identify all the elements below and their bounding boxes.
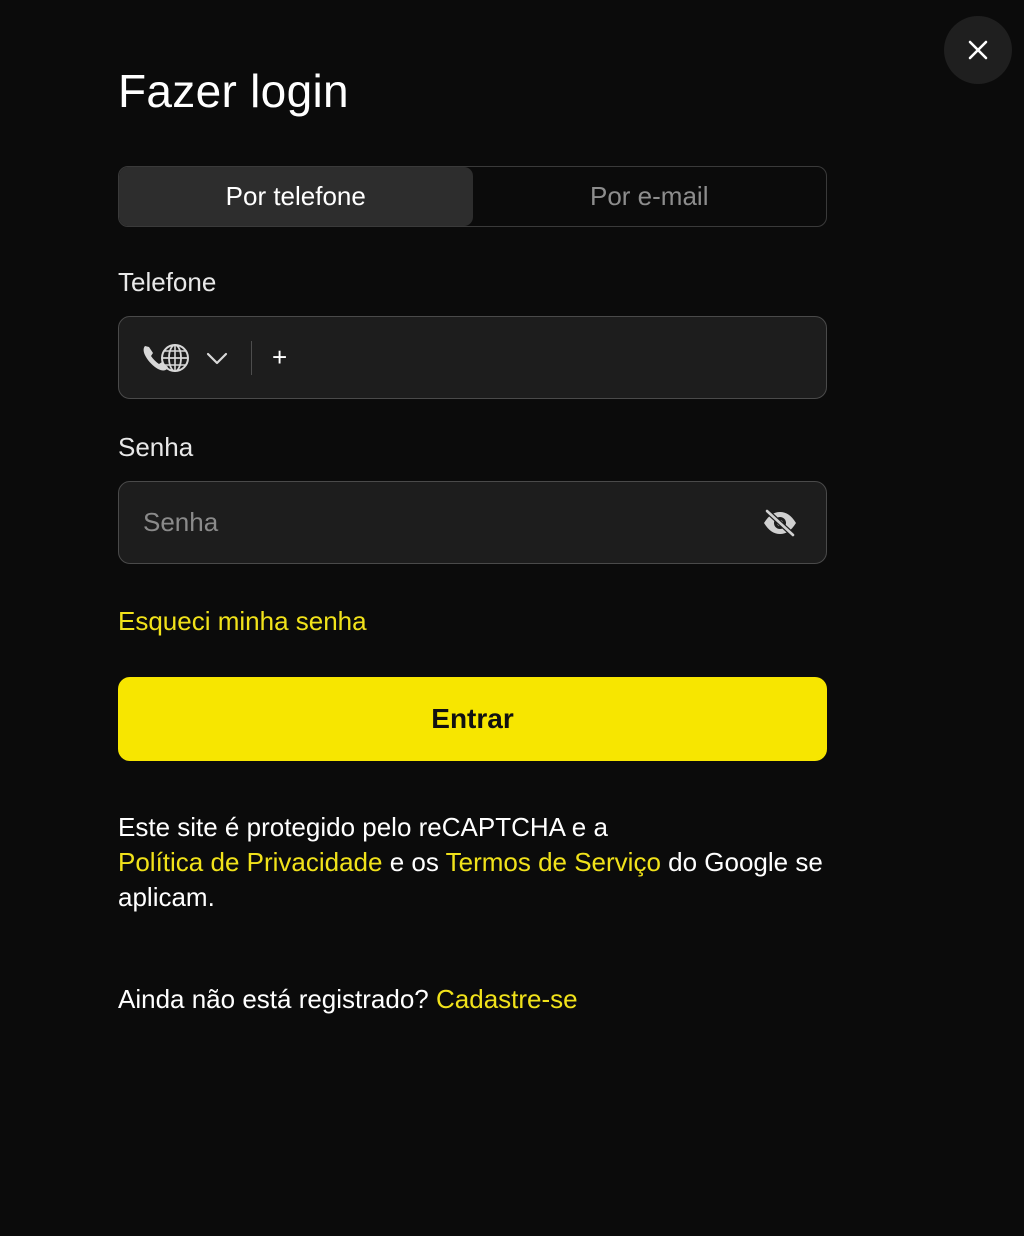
password-visibility-toggle[interactable] [758, 501, 802, 545]
password-input[interactable] [119, 482, 758, 563]
phone-label: Telefone [118, 267, 217, 297]
password-label: Senha [118, 432, 194, 462]
register-prompt: Ainda não está registrado? Cadastre-se [118, 984, 578, 1015]
chevron-down-icon [206, 352, 228, 364]
country-code-select[interactable] [119, 317, 229, 398]
tab-phone[interactable]: Por telefone [119, 167, 473, 226]
phone-field [118, 316, 827, 399]
recaptcha-text-middle: e os [382, 847, 446, 877]
forgot-password-link[interactable]: Esqueci minha senha [118, 606, 367, 637]
register-prompt-text: Ainda não está registrado? [118, 984, 436, 1014]
login-modal: Fazer login Por telefone Por e-mail Tele… [0, 0, 1024, 1236]
close-button[interactable] [944, 16, 1012, 84]
globe-phone-icon [143, 343, 189, 372]
close-icon [968, 40, 988, 60]
login-method-tabs: Por telefone Por e-mail [118, 166, 827, 227]
privacy-policy-link[interactable]: Política de Privacidade [118, 847, 382, 877]
phone-input[interactable] [252, 317, 826, 398]
recaptcha-notice: Este site é protegido pelo reCAPTCHA e a… [118, 810, 838, 915]
eye-off-icon [764, 508, 796, 537]
tab-email[interactable]: Por e-mail [473, 167, 827, 226]
page-title: Fazer login [118, 65, 349, 117]
login-button[interactable]: Entrar [118, 677, 827, 761]
recaptcha-text-before: Este site é protegido pelo reCAPTCHA e a [118, 812, 608, 842]
terms-of-service-link[interactable]: Termos de Serviço [446, 847, 661, 877]
password-field [118, 481, 827, 564]
register-link[interactable]: Cadastre-se [436, 984, 578, 1014]
